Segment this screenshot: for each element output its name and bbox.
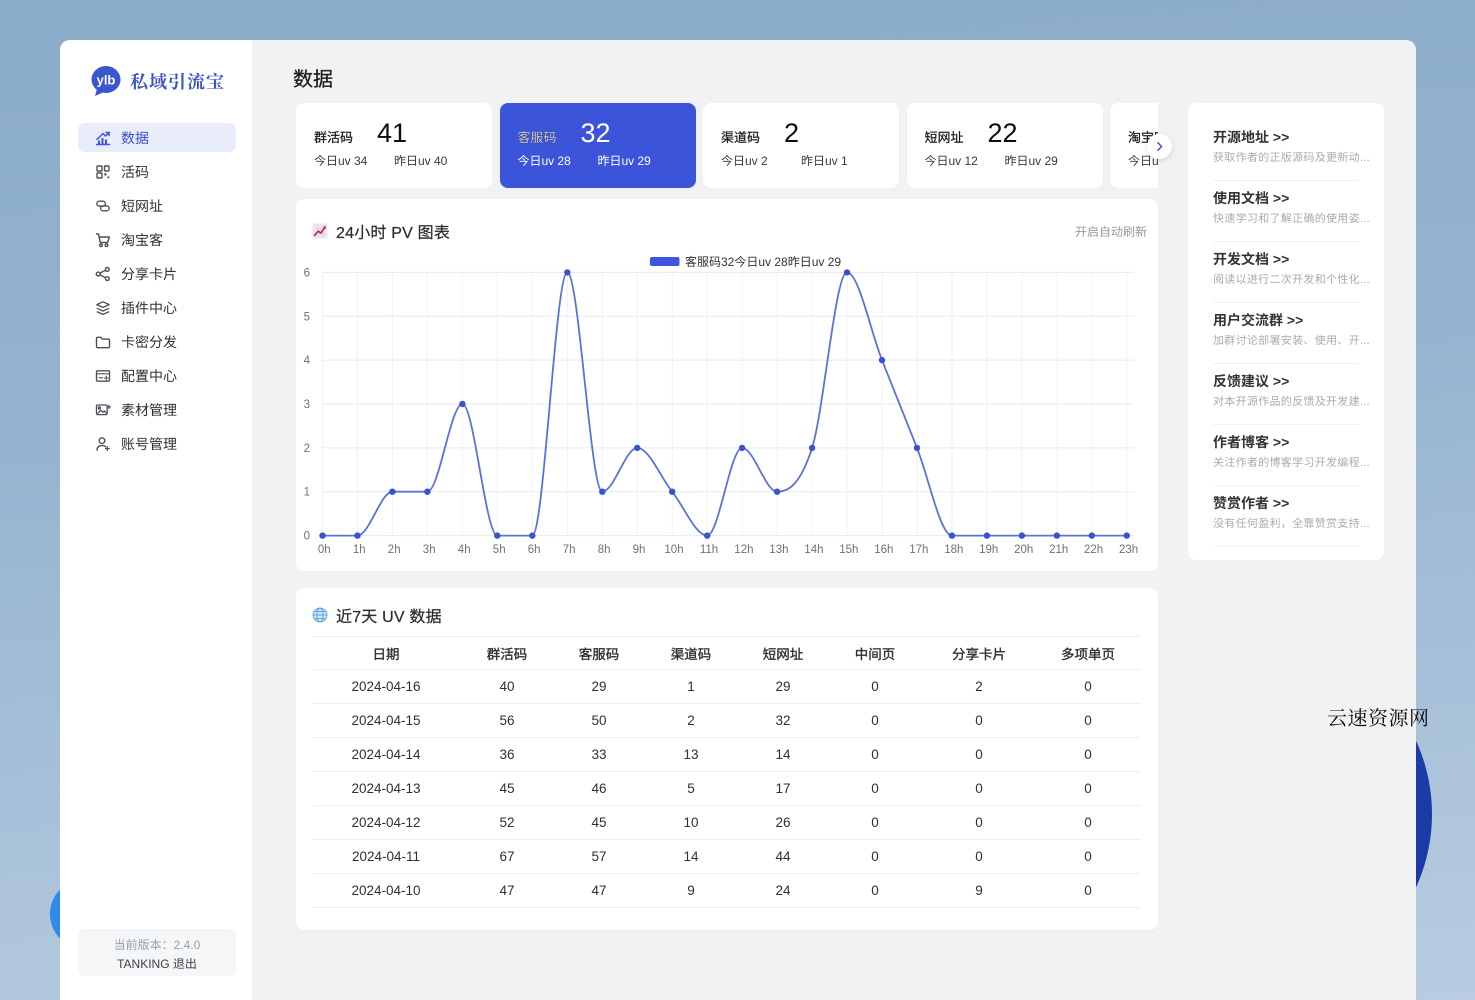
svg-text:14h: 14h (804, 544, 823, 556)
svg-text:4: 4 (304, 355, 311, 367)
svg-text:5h: 5h (493, 544, 506, 556)
svg-text:22h: 22h (1084, 544, 1103, 556)
svg-text:0: 0 (304, 531, 310, 543)
svg-text:17h: 17h (909, 544, 928, 556)
svg-text:2h: 2h (388, 544, 401, 556)
svg-text:1: 1 (304, 487, 310, 499)
svg-text:6: 6 (304, 267, 310, 279)
svg-text:2: 2 (304, 443, 310, 455)
svg-text:4h: 4h (458, 544, 471, 556)
svg-text:9h: 9h (633, 544, 646, 556)
svg-text:21h: 21h (1049, 544, 1068, 556)
svg-text:1h: 1h (353, 544, 366, 556)
svg-text:19h: 19h (979, 544, 998, 556)
svg-text:0h: 0h (318, 544, 331, 556)
svg-text:16h: 16h (874, 544, 893, 556)
svg-text:6h: 6h (528, 544, 541, 556)
svg-text:5: 5 (304, 311, 310, 323)
svg-text:15h: 15h (839, 544, 858, 556)
svg-text:3h: 3h (423, 544, 436, 556)
svg-text:11h: 11h (700, 544, 718, 556)
svg-text:20h: 20h (1014, 544, 1033, 556)
svg-text:18h: 18h (944, 544, 963, 556)
svg-text:8h: 8h (598, 544, 611, 556)
svg-text:客服码32今日uv 28昨日uv 29: 客服码32今日uv 28昨日uv 29 (685, 255, 841, 269)
svg-text:12h: 12h (734, 544, 753, 556)
svg-text:13h: 13h (769, 544, 788, 556)
svg-text:23h: 23h (1119, 544, 1138, 556)
svg-text:10h: 10h (664, 544, 683, 556)
svg-text:3: 3 (304, 399, 310, 411)
svg-text:ylb: ylb (97, 73, 116, 88)
svg-text:7h: 7h (563, 544, 576, 556)
